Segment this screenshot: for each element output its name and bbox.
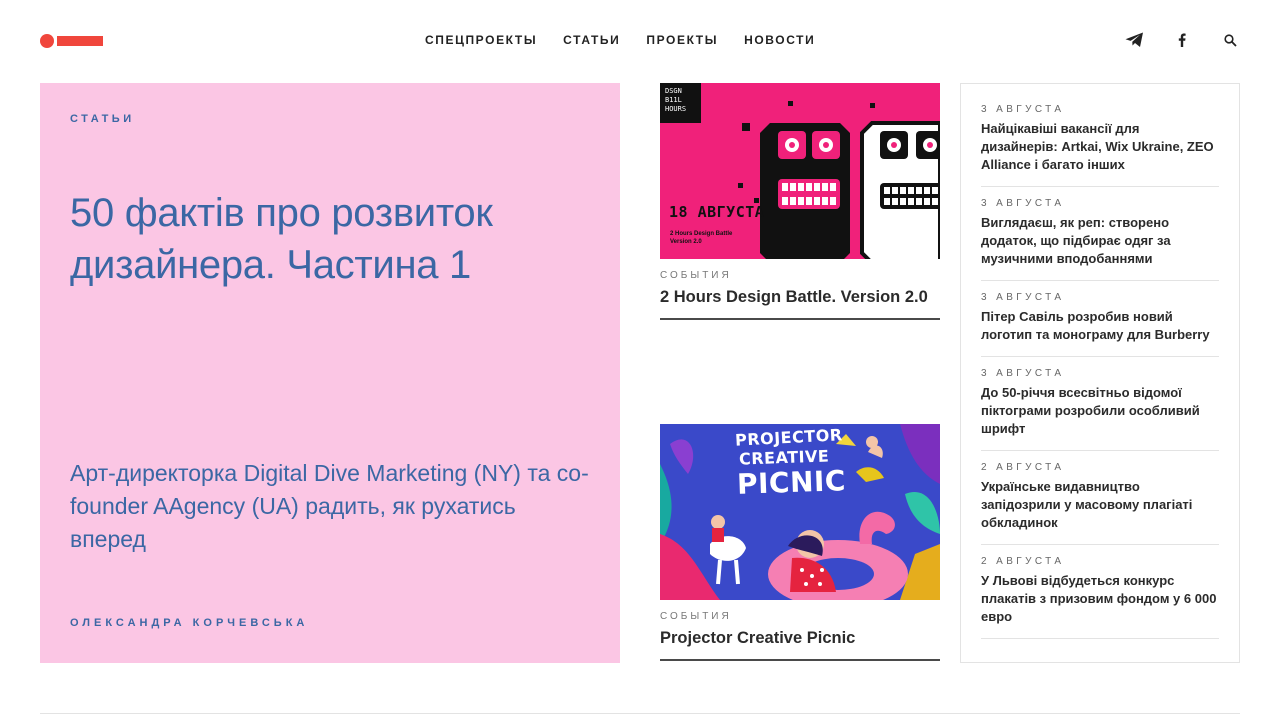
hero-article[interactable]: СТАТЬИ 50 фактів про розвиток дизайнера.… xyxy=(40,83,620,663)
news-date: 3 АВГУСТА xyxy=(981,368,1065,379)
battle-caption: Version 2.0 xyxy=(670,239,702,245)
facebook-icon[interactable] xyxy=(1172,30,1192,50)
nav-news[interactable]: НОВОСТИ xyxy=(744,33,815,47)
battle-date: 18 АВГУСТА xyxy=(669,203,765,221)
news-item[interactable]: 3 АВГУСТА Виглядаєш, як реп: створено до… xyxy=(981,187,1219,281)
news-date: 3 АВГУСТА xyxy=(981,104,1065,115)
hero-category[interactable]: СТАТЬИ xyxy=(70,113,135,125)
article-card[interactable]: DSGN B11L HOURS 18 АВГУСТА 2 Hours Desig… xyxy=(660,83,940,320)
news-date: 2 АВГУСТА xyxy=(981,556,1065,567)
news-date: 2 АВГУСТА xyxy=(981,462,1065,473)
news-title[interactable]: У Львові відбудеться конкурс плакатів з … xyxy=(981,572,1219,626)
hero-author[interactable]: ОЛЕКСАНДРА КОРЧЕВСЬКА xyxy=(70,617,308,629)
footer-divider xyxy=(40,713,1240,714)
news-title[interactable]: Виглядаєш, як реп: створено додаток, що … xyxy=(981,214,1219,268)
news-sidebar: 3 АВГУСТА Найцікавіші вакансії для дизай… xyxy=(960,83,1240,663)
card-label[interactable]: СОБЫТИЯ xyxy=(660,611,940,622)
news-date: 3 АВГУСТА xyxy=(981,292,1065,303)
news-item[interactable]: 2 АВГУСТА Українське видавництво запідоз… xyxy=(981,451,1219,545)
battle-caption: 2 Hours Design Battle xyxy=(670,231,733,237)
article-card[interactable]: PROJECTOR CREATIVE PICNIC СОБЫТИЯ Projec… xyxy=(660,424,940,661)
card-image-design-battle[interactable]: DSGN B11L HOURS 18 АВГУСТА 2 Hours Desig… xyxy=(660,83,940,259)
card-title[interactable]: Projector Creative Picnic xyxy=(660,629,940,661)
nav-projects[interactable]: ПРОЕКТЫ xyxy=(646,33,718,47)
card-image-creative-picnic[interactable]: PROJECTOR CREATIVE PICNIC xyxy=(660,424,940,600)
site-logo[interactable] xyxy=(40,34,104,48)
main-nav: СПЕЦПРОЕКТЫ СТАТЬИ ПРОЕКТЫ НОВОСТИ xyxy=(425,33,815,47)
news-title[interactable]: Найцікавіші вакансії для дизайнерів: Art… xyxy=(981,120,1219,174)
nav-articles[interactable]: СТАТЬИ xyxy=(563,33,620,47)
news-title[interactable]: До 50-річчя всесвітньо відомої піктограм… xyxy=(981,384,1219,438)
nav-specprojects[interactable]: СПЕЦПРОЕКТЫ xyxy=(425,33,537,47)
site-header: СПЕЦПРОЕКТЫ СТАТЬИ ПРОЕКТЫ НОВОСТИ xyxy=(0,0,1280,82)
hero-subtitle: Арт-директорка Digital Dive Marketing (N… xyxy=(70,460,589,552)
news-item[interactable]: 3 АВГУСТА Найцікавіші вакансії для дизай… xyxy=(981,84,1219,187)
hero-title[interactable]: 50 фактів про розвиток дизайнера. Частин… xyxy=(70,187,590,291)
card-title[interactable]: 2 Hours Design Battle. Version 2.0 xyxy=(660,288,940,320)
news-item[interactable]: 2 АВГУСТА У Львові відбудеться конкурс п… xyxy=(981,545,1219,639)
picnic-title-line: PICNIC xyxy=(736,464,847,501)
news-title[interactable]: Пітер Савіль розробив новий логотип та м… xyxy=(981,308,1219,344)
telegram-icon[interactable] xyxy=(1124,30,1144,50)
news-item[interactable]: 3 АВГУСТА Пітер Савіль розробив новий ло… xyxy=(981,281,1219,357)
news-title[interactable]: Українське видавництво запідозрили у мас… xyxy=(981,478,1219,532)
header-icons xyxy=(1124,30,1240,50)
card-label[interactable]: СОБЫТИЯ xyxy=(660,270,940,281)
logo-dot xyxy=(40,34,54,48)
logo-bar xyxy=(57,36,103,46)
news-date: 3 АВГУСТА xyxy=(981,198,1065,209)
news-item[interactable]: 3 АВГУСТА До 50-річчя всесвітньо відомої… xyxy=(981,357,1219,451)
search-icon[interactable] xyxy=(1220,30,1240,50)
